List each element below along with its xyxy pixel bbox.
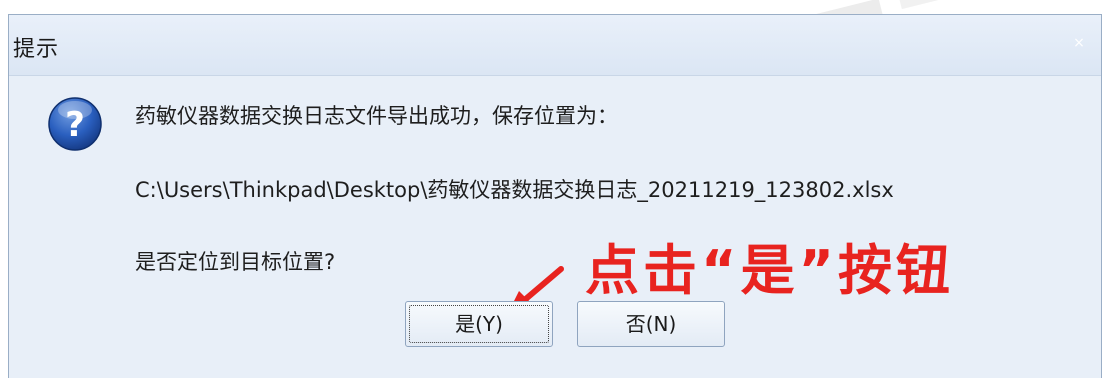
annotation-text: 点击“是”按钮: [585, 239, 954, 302]
message-line-1: 药敏仪器数据交换日志文件导出成功，保存位置为：: [135, 104, 618, 128]
svg-text:?: ?: [65, 105, 85, 145]
dialog-titlebar: 提示 ×: [9, 15, 1101, 75]
message-dialog: 提示 × ? 药敏仪器数据交换日志文件导出成功，保存位置为： C:\Users\…: [8, 14, 1102, 378]
close-icon[interactable]: ×: [1069, 33, 1089, 53]
yes-button-label: 是(Y): [455, 312, 503, 336]
yes-button[interactable]: 是(Y): [405, 301, 553, 347]
no-button[interactable]: 否(N): [577, 301, 725, 347]
message-file-path: C:\Users\Thinkpad\Desktop\药敏仪器数据交换日志_202…: [135, 178, 894, 202]
message-question: 是否定位到目标位置?: [135, 250, 336, 274]
question-icon: ?: [48, 97, 102, 151]
no-button-label: 否(N): [625, 312, 677, 336]
dialog-title: 提示: [13, 37, 60, 62]
dialog-content: ? 药敏仪器数据交换日志文件导出成功，保存位置为： C:\Users\Think…: [9, 75, 1101, 378]
